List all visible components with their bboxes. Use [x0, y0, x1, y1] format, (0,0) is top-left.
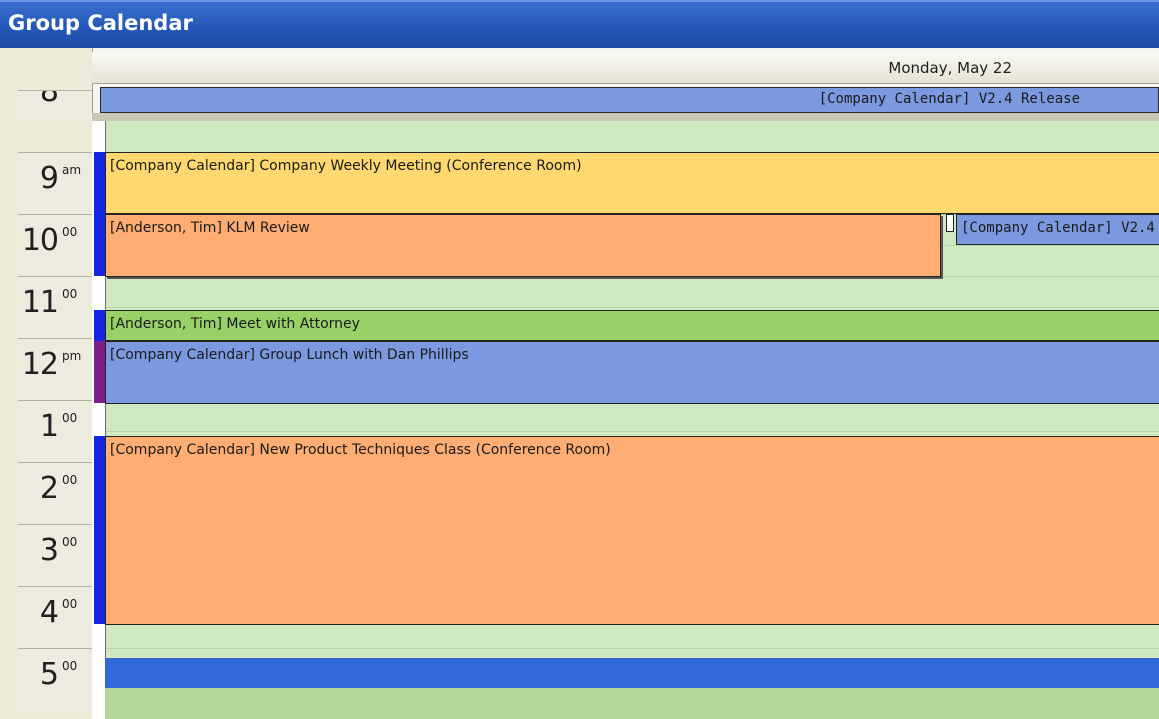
window-titlebar: Group Calendar — [0, 0, 1159, 48]
time-slot-2: 2 00 — [18, 462, 92, 524]
all-day-separator — [92, 113, 1159, 121]
event-klm-review[interactable]: [Anderson, Tim] KLM Review — [105, 214, 941, 277]
event-v24-release[interactable]: [Company Calendar] V2.4 — [956, 214, 1159, 245]
day-header-label: Monday, May 22 — [888, 59, 1012, 77]
time-slot-4: 4 00 — [18, 586, 92, 648]
event-new-product-techniques-class[interactable]: [Company Calendar] New Product Technique… — [105, 436, 1159, 625]
time-slot-8: 8 — [18, 90, 92, 121]
event-label: [Anderson, Tim] Meet with Attorney — [110, 316, 360, 332]
window-title: Group Calendar — [8, 11, 193, 35]
all-day-event[interactable]: [Company Calendar] V2.4 Release — [100, 87, 1159, 113]
event-label: [Company Calendar] Company Weekly Meetin… — [110, 158, 582, 174]
event-label: [Company Calendar] Group Lunch with Dan … — [110, 347, 469, 363]
event-company-weekly-meeting[interactable]: [Company Calendar] Company Weekly Meetin… — [105, 152, 1159, 214]
event-group-lunch[interactable]: [Company Calendar] Group Lunch with Dan … — [105, 341, 1159, 404]
time-slot-5: 5 00 — [18, 648, 92, 710]
event-meet-with-attorney[interactable]: [Anderson, Tim] Meet with Attorney — [105, 310, 1159, 341]
time-slot-12: 12 pm — [18, 338, 92, 400]
time-slot-10: 10 00 — [18, 214, 92, 276]
busy-bar — [94, 436, 105, 624]
busy-bar — [94, 214, 105, 276]
event-label: [Anderson, Tim] KLM Review — [110, 220, 310, 236]
event-label: [Company Calendar] New Product Technique… — [110, 442, 611, 458]
tentative-bar — [94, 341, 105, 403]
time-slot-9: 9 am — [18, 152, 92, 214]
free-time-block — [105, 688, 1159, 719]
time-slot-11: 11 00 — [18, 276, 92, 338]
busy-bar — [94, 310, 105, 341]
busy-bar — [94, 152, 105, 214]
all-day-event-label: [Company Calendar] V2.4 Release — [818, 91, 1080, 107]
day-header[interactable]: Monday, May 22 — [92, 52, 1159, 84]
event-label: [Company Calendar] V2.4 — [961, 220, 1155, 236]
time-slot-3: 3 00 — [18, 524, 92, 586]
time-slot-1: 1 00 — [18, 400, 92, 462]
event-overflow-marker — [946, 214, 954, 232]
event-unlabeled[interactable] — [105, 658, 1159, 688]
